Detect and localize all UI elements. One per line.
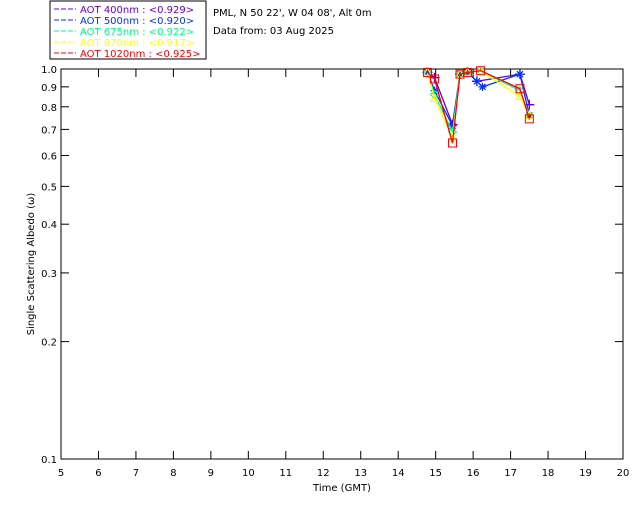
x-axis-label: Time (GMT) <box>312 483 371 494</box>
legend-entry: AOT 1020nm : <0.925> <box>80 49 200 60</box>
y-tick-label: 0.5 <box>41 182 57 193</box>
x-tick-label: 18 <box>542 468 555 479</box>
legend-entry: AOT 400nm : <0.929> <box>80 5 194 16</box>
legend: AOT 400nm : <0.929>AOT 500nm : <0.920>AO… <box>54 5 200 60</box>
y-tick-label: 0.4 <box>41 220 57 231</box>
x-tick-label: 9 <box>208 468 214 479</box>
x-tick-label: 19 <box>579 468 592 479</box>
data-point <box>478 82 487 91</box>
y-tick-label: 0.3 <box>41 269 57 280</box>
x-tick-label: 10 <box>242 468 255 479</box>
x-tick-label: 11 <box>279 468 292 479</box>
x-tick-label: 17 <box>504 468 517 479</box>
chart: AOT 400nm : <0.929>AOT 500nm : <0.920>AO… <box>26 0 630 494</box>
legend-entry: AOT 675nm : <0.922> <box>80 27 194 38</box>
y-tick-label: 0.2 <box>41 338 57 349</box>
x-tick-label: 16 <box>467 468 480 479</box>
header-date: Data from: 03 Aug 2025 <box>213 26 334 37</box>
x-tick-label: 15 <box>429 468 442 479</box>
y-tick-label: 0.6 <box>41 152 57 163</box>
x-tick-label: 6 <box>95 468 101 479</box>
x-tick-label: 20 <box>617 468 630 479</box>
x-tick-label: 7 <box>133 468 139 479</box>
legend-entry: AOT 870nm : <0.917> <box>80 38 194 49</box>
x-tick-label: 14 <box>392 468 405 479</box>
y-tick-label: 0.8 <box>41 103 57 114</box>
y-axis-label: Single Scattering Albedo (ω) <box>26 193 37 336</box>
x-tick-label: 12 <box>317 468 330 479</box>
y-tick-label: 1.0 <box>41 65 57 76</box>
y-tick-label: 0.9 <box>41 83 57 94</box>
x-tick-label: 13 <box>354 468 367 479</box>
legend-entry: AOT 500nm : <0.920> <box>80 16 194 27</box>
x-tick-label: 5 <box>58 468 64 479</box>
x-tick-label: 8 <box>170 468 176 479</box>
plot-area <box>60 68 624 460</box>
data-point <box>515 70 524 79</box>
header-location: PML, N 50 22', W 04 08', Alt 0m <box>213 8 372 19</box>
y-tick-label: 0.1 <box>41 455 57 466</box>
y-tick-label: 0.7 <box>41 125 57 136</box>
